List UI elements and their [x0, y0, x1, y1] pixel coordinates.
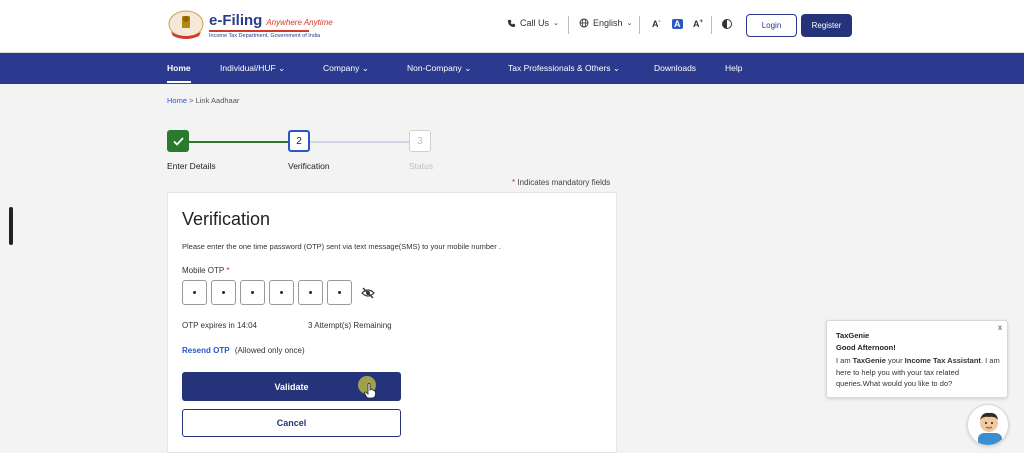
government-emblem-logo [168, 10, 204, 39]
step-2-active: 2 [288, 130, 310, 152]
taxgenie-chat-popup: x TaxGenie Good Afternoon! I am TaxGenie… [826, 320, 1008, 398]
chat-greeting: Good Afternoon! [836, 343, 896, 352]
otp-digit-input[interactable]: • [269, 280, 294, 305]
otp-instructions: Please enter the one time password (OTP)… [182, 242, 501, 251]
close-icon[interactable]: x [998, 323, 1002, 332]
brand-logo[interactable]: e-Filing Anywhere Anytime Income Tax Depa… [209, 12, 333, 39]
page-title: Verification [182, 209, 271, 229]
otp-digit-input[interactable]: • [298, 280, 323, 305]
breadcrumb-home-link[interactable]: Home [167, 96, 187, 105]
step-connector-completed [189, 141, 288, 143]
login-button[interactable]: Login [746, 14, 797, 37]
brand-title: e-Filing Anywhere Anytime [209, 12, 333, 29]
main-navigation: Home Individual/HUF ⌄ Company ⌄ Non-Comp… [0, 53, 1024, 84]
mandatory-fields-note: * Indicates mandatory fields [512, 178, 611, 187]
scroll-handle[interactable] [9, 207, 13, 245]
verification-card: Verification Please enter the one time p… [167, 192, 617, 453]
divider [639, 16, 640, 34]
resend-otp-link[interactable]: Resend OTP [182, 346, 230, 355]
step-1-completed [167, 130, 189, 152]
chatbot-avatar[interactable] [967, 404, 1009, 446]
top-header: e-Filing Anywhere Anytime Income Tax Depa… [0, 0, 1024, 53]
cancel-button[interactable]: Cancel [182, 409, 401, 437]
step-2-label: Verification [288, 161, 330, 171]
nav-item-company[interactable]: Company ⌄ [323, 63, 369, 74]
font-normal-button[interactable]: A [672, 19, 683, 29]
chevron-down-icon: ⌄ [464, 63, 472, 73]
breadcrumb-current: Link Aadhaar [195, 96, 240, 105]
call-us-menu[interactable]: Call Us ⌄ [507, 18, 559, 28]
otp-digit-input[interactable]: • [327, 280, 352, 305]
globe-icon [579, 18, 589, 28]
resend-otp-note: (Allowed only once) [234, 346, 305, 355]
resend-otp-row: Resend OTP (Allowed only once) [182, 346, 305, 355]
attempts-remaining: 3 Attempt(s) Remaining [308, 321, 392, 330]
language-selector[interactable]: English ⌄ [579, 18, 632, 28]
otp-digit-input[interactable]: • [182, 280, 207, 305]
chevron-down-icon: ⌄ [626, 20, 633, 27]
eye-off-icon[interactable] [361, 287, 375, 299]
hand-cursor-icon [364, 383, 376, 399]
otp-expiry-timer: OTP expires in 14:04 [182, 321, 258, 330]
divider [711, 16, 712, 34]
phone-icon [507, 19, 516, 27]
otp-digit-input[interactable]: • [211, 280, 236, 305]
brand-subtitle: Income Tax Department, Government of Ind… [209, 33, 321, 39]
contrast-toggle-icon[interactable] [722, 19, 732, 29]
breadcrumb-separator: > [189, 96, 194, 105]
check-icon [172, 136, 184, 146]
language-label: English [593, 18, 623, 28]
nav-item-tax-professionals[interactable]: Tax Professionals & Others ⌄ [508, 63, 620, 74]
chevron-down-icon: ⌄ [553, 20, 559, 27]
chat-bot-name: TaxGenie [836, 331, 870, 340]
nav-item-home[interactable]: Home [167, 63, 191, 83]
chevron-down-icon: ⌄ [612, 63, 621, 73]
call-us-label: Call Us [520, 18, 550, 28]
brand-divider [209, 30, 309, 32]
breadcrumb: Home > Link Aadhaar [167, 96, 239, 105]
nav-item-non-company[interactable]: Non-Company ⌄ [407, 63, 471, 74]
nav-item-individual-huf[interactable]: Individual/HUF ⌄ [220, 63, 285, 74]
chevron-down-icon: ⌄ [361, 63, 369, 73]
font-increase-button[interactable]: A+ [693, 19, 703, 29]
divider [568, 16, 569, 34]
register-button[interactable]: Register [801, 14, 852, 37]
step-3-pending: 3 [409, 130, 431, 152]
nav-item-help[interactable]: Help [725, 63, 742, 73]
step-3-label: Status [409, 161, 434, 171]
nav-item-downloads[interactable]: Downloads [654, 63, 696, 73]
chat-message: I am TaxGenie your Income Tax Assistant.… [836, 356, 1000, 388]
step-1-label: Enter Details [167, 161, 216, 171]
otp-digit-input[interactable]: • [240, 280, 265, 305]
font-decrease-button[interactable]: A- [652, 19, 661, 29]
mobile-otp-label: Mobile OTP * [182, 266, 230, 275]
step-connector-pending [310, 141, 409, 143]
chevron-down-icon: ⌄ [278, 63, 286, 73]
